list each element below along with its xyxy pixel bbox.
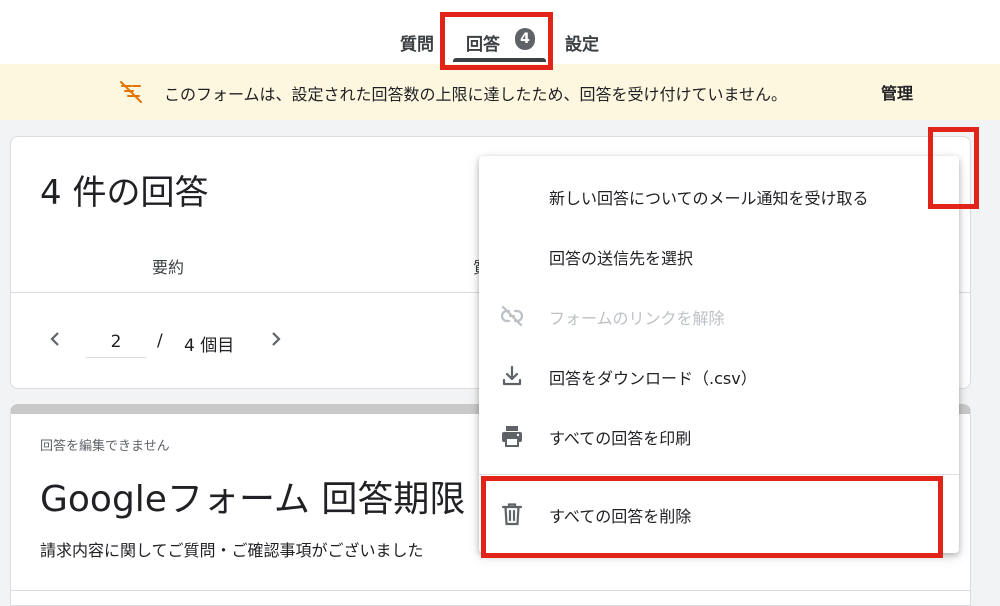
tab-settings[interactable]: 設定 xyxy=(565,30,599,55)
responses-count-badge: 4 xyxy=(515,28,535,50)
response-divider xyxy=(10,590,971,591)
menu-item-label: 回答の送信先を選択 xyxy=(549,249,694,268)
link-off-icon xyxy=(499,303,525,329)
trash-icon xyxy=(499,501,525,527)
top-tab-bar xyxy=(0,0,1000,64)
menu-item-label: 回答をダウンロード（.csv） xyxy=(549,369,757,388)
menu-item-delete-all[interactable]: すべての回答を削除 xyxy=(479,484,959,542)
responses-more-menu: 新しい回答についてのメール通知を受け取る 回答の送信先を選択 フォームのリンクを… xyxy=(479,156,959,553)
menu-item-select-destination[interactable]: 回答の送信先を選択 xyxy=(479,226,959,284)
active-tab-indicator xyxy=(453,58,546,62)
banner-message: このフォームは、設定された回答数の上限に達したため、回答を受け付けていません。 xyxy=(164,85,788,104)
menu-item-label: すべての回答を削除 xyxy=(549,507,692,526)
pager-separator: / xyxy=(157,331,163,351)
tab-questions[interactable]: 質問 xyxy=(400,30,434,55)
form-title: Googleフォーム 回答期限 xyxy=(40,479,466,520)
menu-item-download-csv[interactable]: 回答をダウンロード（.csv） xyxy=(479,346,959,404)
form-description: 請求内容に関してご質問・ご確認事項がございました xyxy=(40,541,424,560)
menu-item-label: フォームのリンクを解除 xyxy=(549,309,725,328)
download-icon xyxy=(499,363,525,389)
menu-item-email-notifications[interactable]: 新しい回答についてのメール通知を受け取る xyxy=(479,166,959,224)
menu-item-print-all[interactable]: すべての回答を印刷 xyxy=(479,406,959,464)
response-index-input[interactable] xyxy=(86,327,146,358)
chevron-left-icon[interactable] xyxy=(45,329,65,349)
menu-item-label: すべての回答を印刷 xyxy=(549,429,692,448)
subtab-summary[interactable]: 要約 xyxy=(152,254,184,278)
menu-item-label: 新しい回答についてのメール通知を受け取る xyxy=(549,189,869,208)
manage-button[interactable]: 管理 xyxy=(881,80,913,104)
pager-total: 4 個目 xyxy=(184,336,235,356)
menu-separator xyxy=(479,474,959,475)
readonly-note: 回答を編集できません xyxy=(40,439,170,454)
response-count-title: 4 件の回答 xyxy=(40,173,209,213)
print-icon xyxy=(499,423,525,449)
menu-item-unlink-form: フォームのリンクを解除 xyxy=(479,286,959,344)
tab-responses[interactable]: 回答 xyxy=(466,30,500,55)
chevron-right-icon[interactable] xyxy=(266,329,286,349)
notifications-off-icon xyxy=(117,78,145,106)
